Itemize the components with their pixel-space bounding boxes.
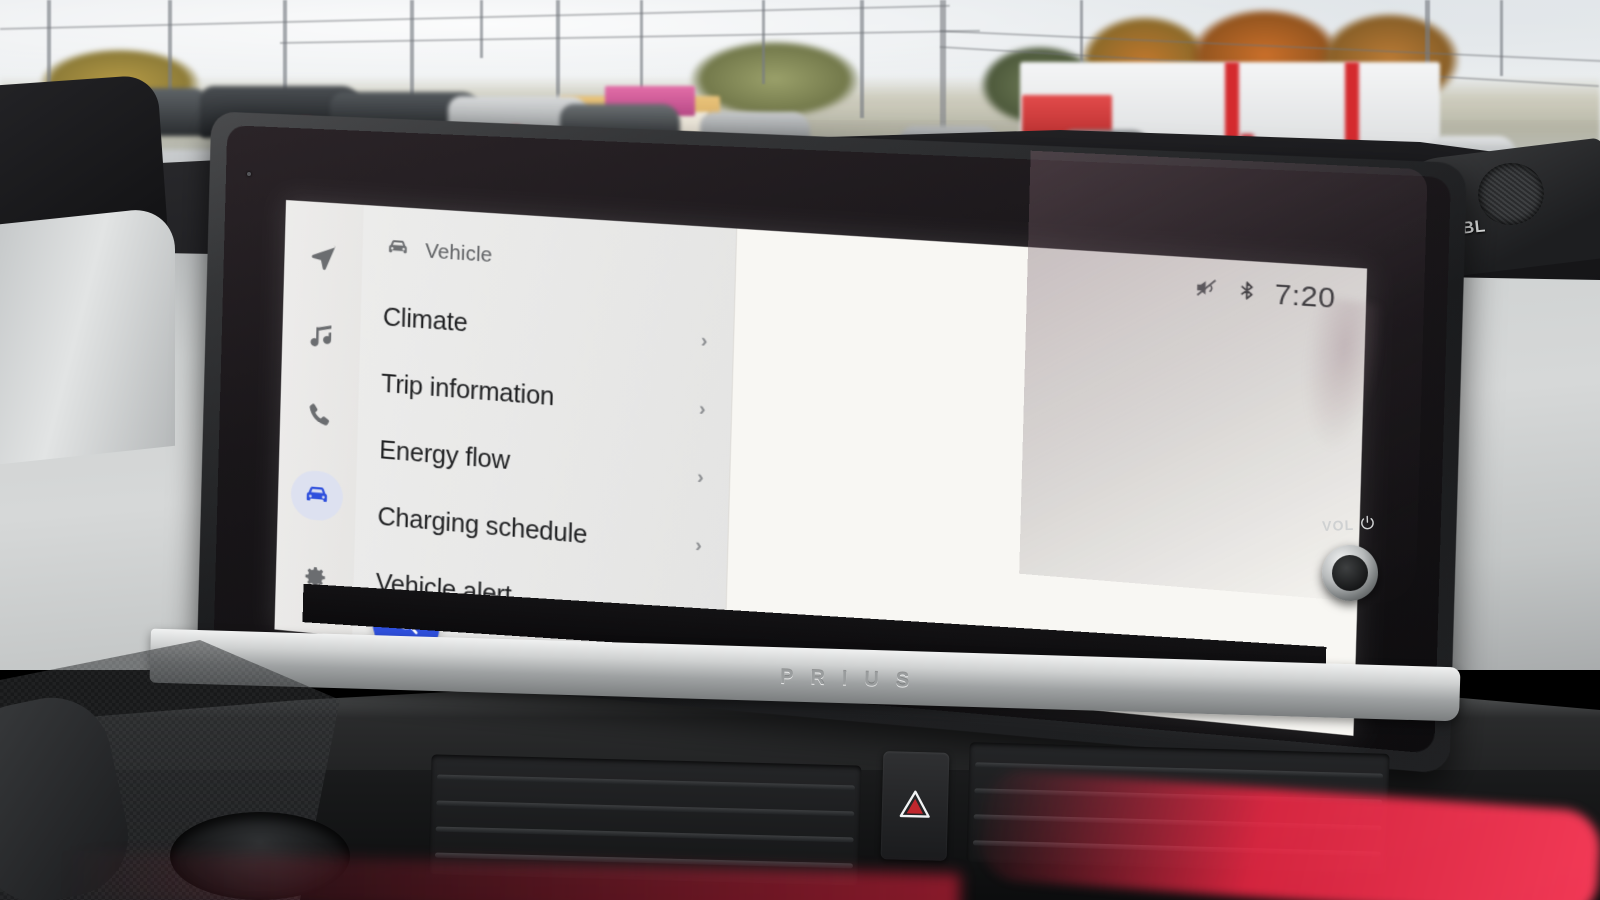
prius-badge: PRIUS — [779, 665, 927, 693]
sidebar-item-media[interactable] — [295, 310, 348, 363]
hazard-light-button[interactable] — [880, 751, 950, 861]
navigation-arrow-icon — [308, 241, 339, 273]
menu-item-label: Climate — [382, 302, 468, 337]
car-icon — [302, 479, 333, 512]
sign-post — [480, 0, 483, 58]
utility-pole — [410, 0, 414, 96]
utility-pole — [940, 0, 946, 130]
hazard-triangle-icon — [898, 788, 933, 824]
dashboard-photo: RK JBL — [0, 0, 1600, 900]
chevron-right-icon: › — [694, 533, 703, 557]
bluetooth-icon — [1236, 277, 1259, 309]
sidebar-item-navigation[interactable] — [297, 231, 350, 284]
car-icon — [384, 233, 411, 266]
menu-item-label: Energy flow — [378, 435, 511, 475]
utility-pole — [168, 0, 172, 100]
menu-item-label: Charging schedule — [377, 501, 588, 549]
chevron-right-icon: › — [698, 397, 706, 420]
volume-label-group: VOL — [1322, 514, 1377, 536]
phone-icon — [304, 400, 335, 432]
power-icon — [1359, 514, 1377, 535]
volume-label: VOL — [1321, 516, 1355, 534]
sidebar-item-vehicle[interactable] — [290, 468, 344, 523]
chevron-right-icon: › — [696, 465, 704, 488]
music-note-icon — [306, 320, 337, 352]
mute-icon — [1193, 274, 1220, 306]
sidebar-item-phone[interactable] — [293, 389, 346, 442]
sign-post — [762, 0, 765, 84]
utility-pole — [860, 0, 864, 118]
menu-item-label: Trip information — [380, 369, 555, 411]
menu-header-title: Vehicle — [424, 239, 493, 267]
bezel-sensor-dot — [247, 172, 251, 176]
chevron-right-icon: › — [700, 329, 708, 352]
utility-pole — [1500, 0, 1503, 76]
sidebar-rail[interactable] — [274, 200, 364, 638]
dash-left-trim — [0, 205, 175, 465]
